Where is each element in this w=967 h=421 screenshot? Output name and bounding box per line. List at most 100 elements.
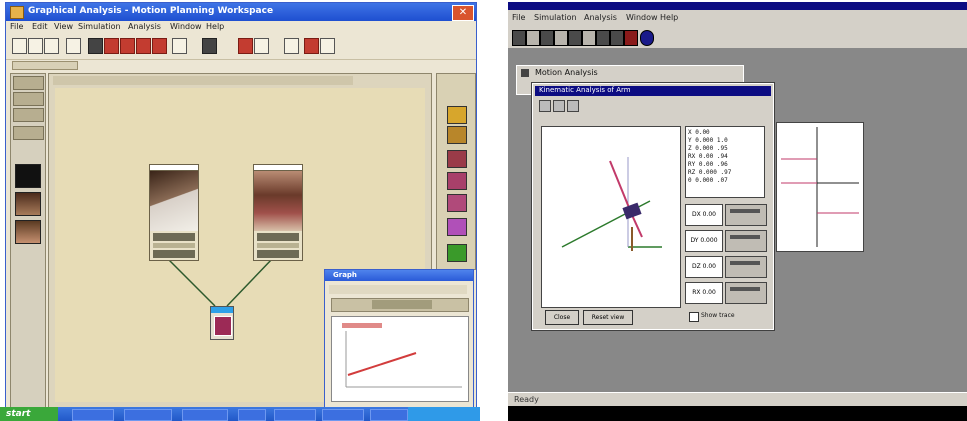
pointer-icon[interactable]	[172, 38, 187, 54]
tool-button-6[interactable]	[447, 218, 467, 236]
taskbar: start	[0, 407, 480, 421]
rtool-paste-icon[interactable]	[596, 30, 610, 46]
tool-button-5[interactable]	[447, 194, 467, 212]
taskbar-item-6[interactable]	[322, 409, 364, 421]
library-folder-1[interactable]	[13, 92, 44, 106]
secondary-plot-svg	[781, 127, 859, 247]
tool-button-1[interactable]	[447, 106, 467, 124]
spinner-dz[interactable]	[725, 256, 767, 278]
rtool-cut-icon[interactable]	[568, 30, 582, 46]
show-trace-checkbox[interactable]	[689, 312, 699, 322]
rmenu-simulation[interactable]: Simulation	[534, 13, 577, 22]
image-node-1[interactable]	[149, 164, 199, 261]
menu-file[interactable]: File	[10, 22, 23, 31]
kinematic-dialog-title-bar[interactable]: Kinematic Analysis of Arm	[535, 86, 771, 96]
rmenu-help[interactable]: Help	[660, 13, 678, 22]
arm-link-2	[631, 214, 643, 238]
grid-icon[interactable]	[66, 38, 81, 54]
taskbar-item-2[interactable]	[124, 409, 172, 421]
field-dy[interactable]: DY 0.000	[685, 230, 723, 252]
rtool-run-icon[interactable]	[610, 30, 624, 46]
tool-button-2[interactable]	[447, 126, 467, 144]
workspace-tab[interactable]	[12, 61, 78, 70]
taskbar-item-5[interactable]	[274, 409, 316, 421]
tool-button-4[interactable]	[447, 172, 467, 190]
right-title-bar[interactable]	[508, 2, 967, 10]
taskbar-item-1[interactable]	[72, 409, 114, 421]
field-dz[interactable]: DZ 0.00	[685, 256, 723, 278]
spinner-dy[interactable]	[725, 230, 767, 252]
spinner-rx[interactable]	[725, 282, 767, 304]
dialog-tool-2-icon[interactable]	[553, 100, 565, 112]
rtool-copy-icon[interactable]	[582, 30, 596, 46]
graph-tab-strip[interactable]	[331, 298, 469, 312]
tool-button-3[interactable]	[447, 150, 467, 168]
play-icon[interactable]	[88, 38, 103, 54]
rtool-help-icon[interactable]	[640, 30, 654, 46]
library-folder-2[interactable]	[13, 108, 44, 122]
right-app-window: File Simulation Analysis Window Help Mot…	[508, 2, 967, 421]
taskbar-item-4[interactable]	[238, 409, 266, 421]
library-thumbnail-1[interactable]	[15, 164, 41, 188]
record-icon[interactable]	[104, 38, 119, 54]
dialog-tool-1-icon[interactable]	[539, 100, 551, 112]
field-rx[interactable]: RX 0.00	[685, 282, 723, 304]
settings-icon[interactable]	[304, 38, 319, 54]
rmenu-window[interactable]: Window	[626, 13, 658, 22]
show-trace-label: Show trace	[701, 312, 735, 319]
graph-tab-selected[interactable]	[372, 300, 432, 309]
image-node-2[interactable]	[253, 164, 303, 261]
rtool-stop-icon[interactable]	[624, 30, 638, 46]
reset-view-button[interactable]: Reset view	[583, 310, 633, 325]
graph-plot-svg	[342, 323, 462, 388]
new-icon[interactable]	[12, 38, 27, 54]
library-header[interactable]	[13, 76, 44, 90]
tool-button-7[interactable]	[447, 244, 467, 262]
copy-icon[interactable]	[136, 38, 151, 54]
close-icon[interactable]: ✕	[452, 5, 474, 21]
save-icon[interactable]	[44, 38, 59, 54]
spinner-dx[interactable]	[725, 204, 767, 226]
close-button[interactable]: Close	[545, 310, 579, 325]
menu-help[interactable]: Help	[206, 22, 224, 31]
rtool-open-icon[interactable]	[526, 30, 540, 46]
taskbar-item-7[interactable]	[370, 409, 408, 421]
left-title-bar[interactable]: Graphical Analysis - Motion Planning Wor…	[6, 3, 476, 21]
secondary-plot[interactable]	[776, 122, 864, 252]
rtool-new-icon[interactable]	[512, 30, 526, 46]
menu-window[interactable]: Window	[170, 22, 202, 31]
graph-plot-area[interactable]	[331, 316, 469, 402]
zoom-out-icon[interactable]	[254, 38, 269, 54]
library-folder-3[interactable]	[13, 126, 44, 140]
menu-simulation[interactable]: Simulation	[78, 22, 121, 31]
menu-view[interactable]: View	[54, 22, 73, 31]
field-dx[interactable]: DX 0.00	[685, 204, 723, 226]
result-node[interactable]	[210, 306, 234, 340]
dialog-tool-3-icon[interactable]	[567, 100, 579, 112]
zoom-in-icon[interactable]	[238, 38, 253, 54]
library-thumbnail-3[interactable]	[15, 220, 41, 244]
3d-view-svg	[561, 157, 662, 251]
taskbar-item-3[interactable]	[182, 409, 228, 421]
menu-edit[interactable]: Edit	[32, 22, 48, 31]
arm-joint	[622, 202, 642, 220]
system-tray[interactable]	[408, 407, 480, 421]
3d-view-plot[interactable]	[541, 126, 681, 308]
graph-title-bar[interactable]: Graph	[325, 270, 473, 281]
help-icon[interactable]	[320, 38, 335, 54]
rmenu-file[interactable]: File	[512, 13, 525, 22]
menu-analysis[interactable]: Analysis	[128, 22, 161, 31]
library-thumbnail-2[interactable]	[15, 192, 41, 216]
start-button[interactable]: start	[0, 407, 58, 421]
open-icon[interactable]	[28, 38, 43, 54]
rtool-save-icon[interactable]	[540, 30, 554, 46]
chart-icon[interactable]	[284, 38, 299, 54]
document-icon	[521, 69, 529, 77]
image-node-1-thumbnail	[150, 171, 198, 231]
delete-icon[interactable]	[152, 38, 167, 54]
graph-legend-swatch	[342, 323, 382, 328]
cut-icon[interactable]	[120, 38, 135, 54]
measure-icon[interactable]	[202, 38, 217, 54]
rtool-print-icon[interactable]	[554, 30, 568, 46]
rmenu-analysis[interactable]: Analysis	[584, 13, 617, 22]
